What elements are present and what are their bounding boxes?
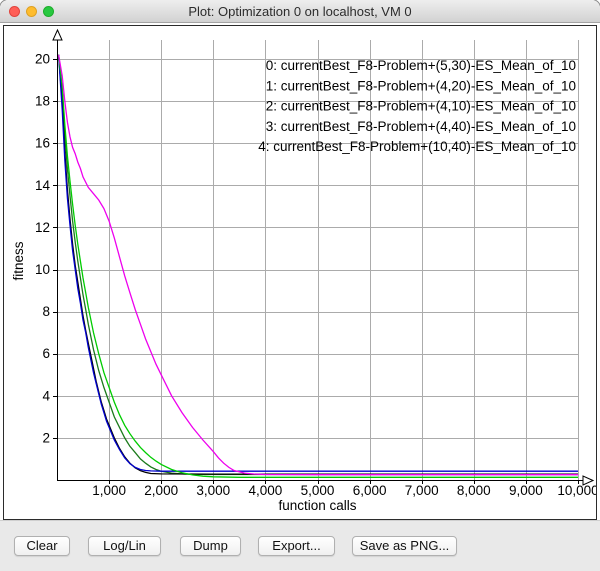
y-tick-label: 10 — [35, 262, 50, 277]
log-lin-button[interactable]: Log/Lin — [88, 536, 161, 556]
legend-item: 3: currentBest_F8-Problem+(4,40)-ES_Mean… — [266, 119, 576, 134]
y-tick-label: 6 — [42, 346, 50, 361]
clear-button[interactable]: Clear — [14, 536, 70, 556]
legend-item: 4: currentBest_F8-Problem+(10,40)-ES_Mea… — [258, 139, 576, 154]
x-axis-label: function calls — [57, 498, 578, 514]
x-tick-label: 6,000 — [353, 483, 387, 498]
export-button[interactable]: Export... — [258, 536, 335, 556]
plot-area: 2 4 6 8 10 12 14 16 18 20 1,000 2,000 3,000 4,000 5,00… — [3, 25, 597, 520]
y-tick-label: 16 — [35, 136, 50, 151]
y-tick-label: 2 — [42, 430, 50, 445]
dump-button[interactable]: Dump — [180, 536, 241, 556]
x-tick-label: 9,000 — [509, 483, 543, 498]
x-tick-label: 2,000 — [144, 483, 178, 498]
y-axis-label: fitness — [11, 229, 27, 293]
x-tick-label: 5,000 — [301, 483, 335, 498]
x-tick-label: 10,000 — [557, 483, 596, 498]
y-tick-label: 4 — [42, 388, 50, 403]
y-tick-label: 20 — [35, 52, 50, 67]
button-bar: Clear Log/Lin Dump Export... Save as PNG… — [0, 520, 600, 571]
x-tick-label: 3,000 — [196, 483, 230, 498]
legend-item: 0: currentBest_F8-Problem+(5,30)-ES_Mean… — [266, 58, 576, 73]
y-tick-label: 18 — [35, 94, 50, 109]
y-tick-label: 8 — [42, 304, 50, 319]
x-tick-label: 1,000 — [92, 483, 126, 498]
legend-item: 1: currentBest_F8-Problem+(4,20)-ES_Mean… — [266, 78, 576, 93]
x-tick-label: 8,000 — [457, 483, 491, 498]
window-title: Plot: Optimization 0 on localhost, VM 0 — [0, 0, 600, 23]
chart-canvas: 2 4 6 8 10 12 14 16 18 20 1,000 2,000 3,000 4,000 5,00… — [4, 26, 596, 519]
plot-window: Plot: Optimization 0 on localhost, VM 0 … — [0, 0, 600, 571]
x-tick-label: 4,000 — [249, 483, 283, 498]
titlebar: Plot: Optimization 0 on localhost, VM 0 — [0, 0, 600, 23]
y-tick-label: 14 — [35, 178, 51, 193]
x-tick-label: 7,000 — [405, 483, 439, 498]
legend: 0: currentBest_F8-Problem+(5,30)-ES_Mean… — [258, 58, 576, 154]
save-as-png-button[interactable]: Save as PNG... — [352, 536, 457, 556]
y-tick-label: 12 — [35, 220, 50, 235]
legend-item: 2: currentBest_F8-Problem+(4,10)-ES_Mean… — [266, 99, 576, 114]
y-axis-arrow-icon — [53, 30, 62, 40]
